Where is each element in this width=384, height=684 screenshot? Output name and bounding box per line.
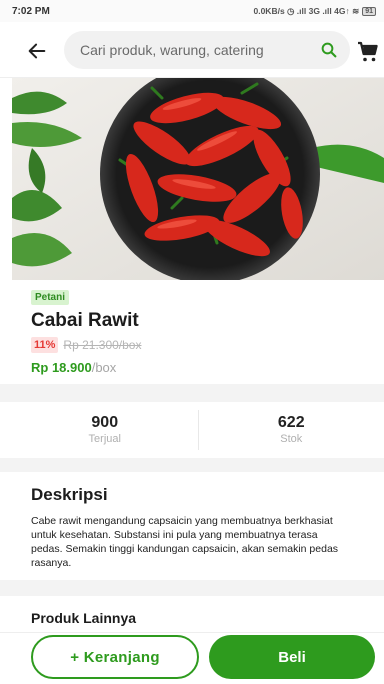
stat-sold-value: 900 <box>91 414 119 431</box>
stat-stock-label: Stok <box>280 433 303 445</box>
bottom-action-bar: + Keranjang Beli <box>0 632 384 684</box>
section-divider <box>0 580 384 596</box>
current-price: Rp 18.900/box <box>31 360 116 375</box>
description-section: Deskripsi Cabe rawit mengandung capsaici… <box>12 472 384 580</box>
product-info: Petani Cabai Rawit 11% Rp 21.300/box Rp … <box>0 280 384 384</box>
product-stats: 900 Terjual 622 Stok <box>12 402 384 458</box>
search-input[interactable] <box>80 42 320 58</box>
seller-badge: Petani <box>31 290 70 305</box>
original-price: Rp 21.300/box <box>63 338 142 352</box>
description-title: Deskripsi <box>31 485 108 504</box>
discount-badge: 11% <box>31 337 59 353</box>
cart-icon[interactable] <box>356 40 380 64</box>
search-bar[interactable] <box>64 31 350 69</box>
app-bar <box>0 22 384 78</box>
add-to-cart-button[interactable]: + Keranjang <box>31 635 199 679</box>
arrow-left-icon[interactable] <box>26 40 48 62</box>
price-unit: /box <box>91 360 117 375</box>
other-products-section: Produk Lainnya <box>12 596 384 636</box>
status-bar: 7:02 PM 0.0KB/s ◷ .ıll 3G .ıll 4G↑ ≋ 91 <box>0 0 384 22</box>
other-products-title: Produk Lainnya <box>31 610 137 626</box>
product-image <box>12 78 384 280</box>
status-indicators: 0.0KB/s ◷ .ıll 3G .ıll 4G↑ ≋ 91 <box>253 6 376 17</box>
price-amount: Rp 18.900 <box>31 360 92 375</box>
battery-icon: 91 <box>362 6 376 16</box>
price-discount-row: 11% Rp 21.300/box <box>31 337 141 353</box>
description-text: Cabe rawit mengandung capsaicin yang mem… <box>31 515 339 569</box>
section-divider <box>0 384 384 402</box>
stat-stock: 622 Stok <box>199 402 384 458</box>
stat-sold: 900 Terjual <box>12 402 198 458</box>
buy-button[interactable]: Beli <box>209 635 375 679</box>
search-icon[interactable] <box>320 41 338 59</box>
product-title: Cabai Rawit <box>31 310 139 331</box>
stat-stock-value: 622 <box>277 414 305 431</box>
section-divider <box>0 458 384 472</box>
stat-sold-label: Terjual <box>88 433 121 445</box>
network-indicators: 0.0KB/s ◷ .ıll 3G .ıll 4G↑ ≋ <box>253 5 360 16</box>
status-time: 7:02 PM <box>12 5 50 17</box>
